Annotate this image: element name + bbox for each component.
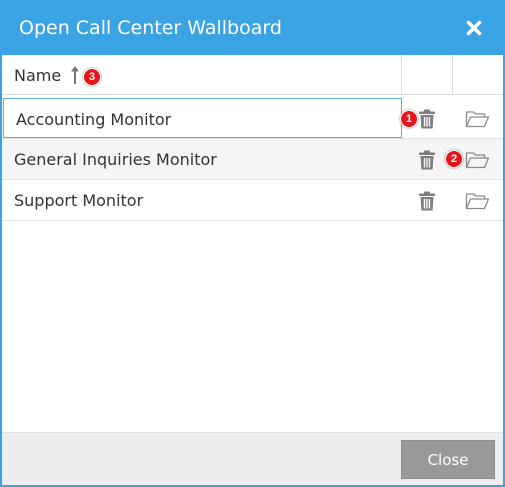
name-cell[interactable]: Support Monitor [2, 180, 402, 220]
annotation-badge: 1 [400, 110, 418, 128]
open-wallboard-dialog: Open Call Center Wallboard Name Accounti… [0, 0, 505, 487]
dialog-footer: Close [2, 432, 503, 485]
sort-ascending-icon[interactable] [70, 65, 80, 85]
dialog-title: Open Call Center Wallboard [19, 17, 282, 39]
folder-open-icon[interactable] [465, 192, 490, 210]
trash-icon[interactable] [418, 150, 436, 170]
folder-open-icon[interactable] [465, 151, 490, 169]
table-row[interactable]: Accounting Monitor [2, 98, 503, 139]
name-cell[interactable]: Accounting Monitor [3, 98, 402, 138]
trash-icon[interactable] [418, 191, 436, 211]
close-icon[interactable] [462, 16, 486, 40]
name-column-header[interactable]: Name [14, 66, 61, 85]
wallboard-name: Accounting Monitor [16, 110, 172, 129]
wallboard-name: Support Monitor [14, 191, 144, 210]
name-cell[interactable]: General Inquiries Monitor [2, 139, 402, 179]
column-separator [452, 55, 453, 94]
table-row[interactable]: Support Monitor [2, 180, 503, 221]
table-row[interactable]: General Inquiries Monitor [2, 139, 503, 180]
folder-open-icon[interactable] [465, 110, 490, 128]
trash-icon[interactable] [418, 109, 436, 129]
annotation-badge: 2 [445, 150, 463, 168]
close-button[interactable]: Close [401, 440, 495, 479]
wallboard-name: General Inquiries Monitor [14, 150, 217, 169]
dialog-titlebar: Open Call Center Wallboard [2, 2, 503, 55]
column-separator [401, 55, 402, 94]
annotation-badge: 3 [83, 68, 101, 86]
table-header: Name [2, 55, 503, 95]
